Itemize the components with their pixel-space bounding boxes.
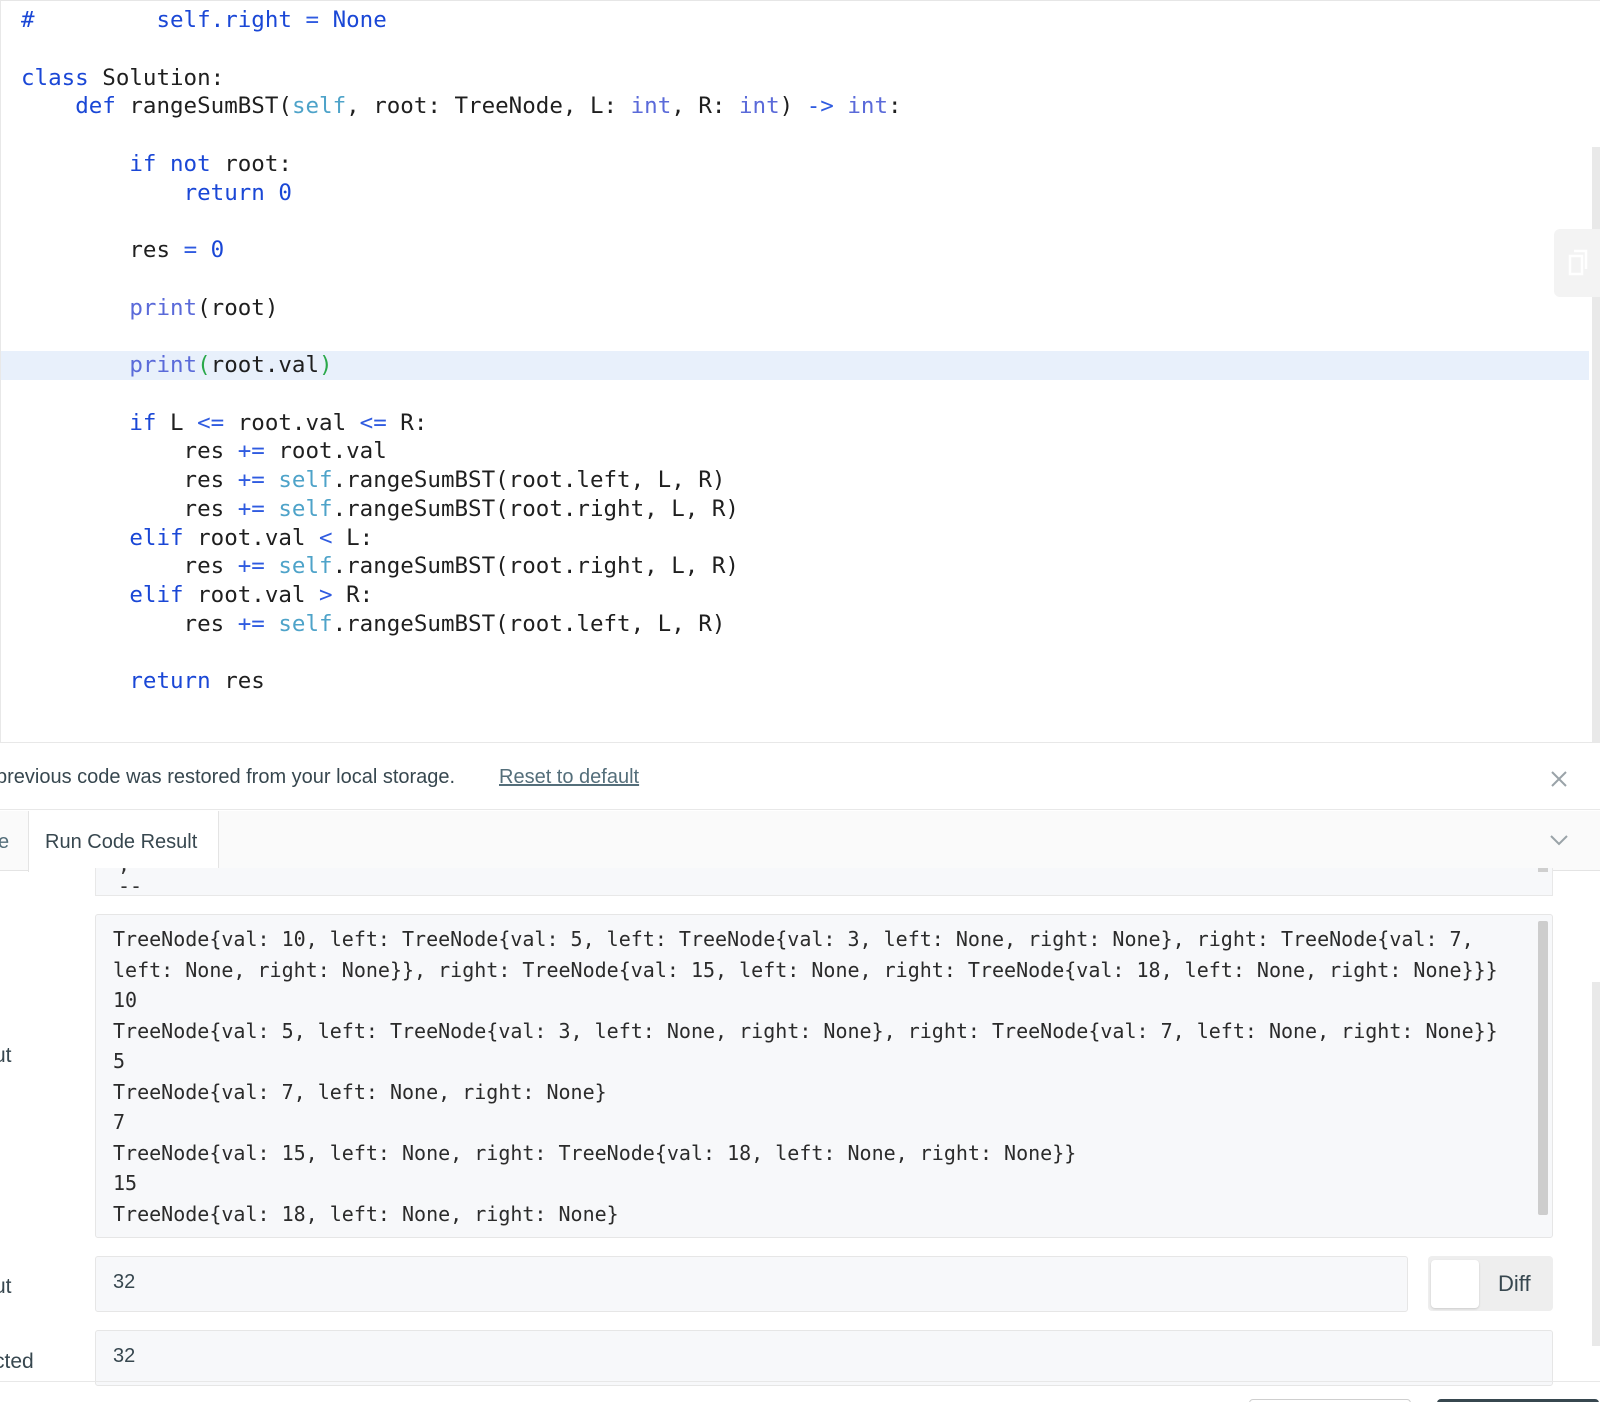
code-line[interactable]	[1, 121, 1589, 150]
code-line[interactable]: return res	[1, 667, 1589, 696]
stdout-line: TreeNode{val: 7, left: None, right: None…	[113, 1079, 607, 1104]
restore-notice: previous code was restored from your loc…	[0, 744, 1600, 810]
stdout-line: 5	[113, 1049, 126, 1073]
output-box: 32	[95, 1256, 1408, 1312]
stdout-line: 10	[113, 988, 138, 1012]
copy-icon	[1568, 249, 1588, 276]
stdout-line: 7	[113, 1110, 126, 1134]
code-line[interactable]: res = 0	[1, 236, 1589, 265]
code-line[interactable]	[1, 639, 1589, 668]
stdout-box[interactable]: TreeNode{val: 10, left: TreeNode{val: 5,…	[95, 914, 1553, 1238]
input-box-partial: , --	[95, 868, 1553, 896]
code-line[interactable]	[1, 207, 1589, 236]
expected-label: cted	[0, 1350, 34, 1373]
code-line[interactable]: elif root.val > R:	[1, 581, 1589, 610]
code-line[interactable]	[1, 35, 1589, 64]
code-line[interactable]: return 0	[1, 179, 1589, 208]
result-panel: , -- ut TreeNode{val: 10, left: TreeNode…	[0, 868, 1600, 1402]
close-icon[interactable]	[1549, 769, 1569, 789]
code-line-active[interactable]: print(root.val)	[1, 351, 1589, 380]
tab-run-code-result[interactable]: Run Code Result	[28, 811, 219, 872]
stdout-scrollbar[interactable]	[1538, 921, 1548, 1215]
code-line[interactable]: if not root:	[1, 150, 1589, 179]
expected-value: 32	[113, 1345, 136, 1367]
tab-testcase[interactable]: e	[0, 831, 9, 854]
stdout-line: 15	[113, 1171, 138, 1195]
reset-to-default-link[interactable]: Reset to default	[499, 766, 639, 789]
code-line[interactable]: res += root.val	[1, 437, 1589, 466]
code-line[interactable]: elif root.val < L:	[1, 524, 1589, 553]
footer-divider	[0, 1381, 1600, 1382]
diff-label: Diff	[1498, 1271, 1531, 1296]
code-line[interactable]: res += self.rangeSumBST(root.left, L, R)	[1, 610, 1589, 639]
input-fragment: --	[118, 874, 143, 896]
diff-switch[interactable]	[1431, 1260, 1479, 1308]
code-line[interactable]: class Solution:	[1, 64, 1589, 93]
chevron-down-icon[interactable]	[1549, 833, 1569, 847]
code-line[interactable]: # self.right = None	[1, 6, 1589, 35]
code-line[interactable]: res += self.rangeSumBST(root.right, L, R…	[1, 552, 1589, 581]
notice-text: previous code was restored from your loc…	[0, 766, 456, 788]
code-editor[interactable]: # self.right = None class Solution: def …	[0, 0, 1600, 743]
code-line[interactable]: print(root)	[1, 294, 1589, 323]
stdout-line: TreeNode{val: 10, left: TreeNode{val: 5,…	[113, 927, 1498, 982]
input-scrollbar[interactable]	[1538, 868, 1548, 872]
code-line[interactable]: res += self.rangeSumBST(root.right, L, R…	[1, 495, 1589, 524]
result-tabs: e Run Code Result	[0, 811, 1600, 872]
expected-box: 32	[95, 1330, 1553, 1386]
code-line[interactable]: if L <= root.val <= R:	[1, 409, 1589, 438]
stdout-line: TreeNode{val: 15, left: None, right: Tre…	[113, 1140, 1077, 1165]
copy-button[interactable]	[1554, 229, 1600, 297]
output-label: ut	[0, 1275, 12, 1298]
stdout-line: TreeNode{val: 5, left: TreeNode{val: 3, …	[113, 1018, 1498, 1043]
code-lines[interactable]: # self.right = None class Solution: def …	[1, 6, 1589, 696]
output-value: 32	[113, 1271, 136, 1293]
code-line[interactable]	[1, 380, 1589, 409]
panel-scrollbar[interactable]	[1592, 982, 1600, 1346]
diff-toggle[interactable]: Diff	[1428, 1256, 1553, 1311]
stdout-text: TreeNode{val: 10, left: TreeNode{val: 5,…	[113, 924, 1513, 1229]
stdout-line: TreeNode{val: 18, left: None, right: Non…	[113, 1201, 619, 1226]
stdout-label: ut	[0, 1044, 12, 1067]
code-line[interactable]: def rangeSumBST(self, root: TreeNode, L:…	[1, 92, 1589, 121]
code-line[interactable]	[1, 322, 1589, 351]
code-line[interactable]: res += self.rangeSumBST(root.left, L, R)	[1, 466, 1589, 495]
code-line[interactable]	[1, 265, 1589, 294]
